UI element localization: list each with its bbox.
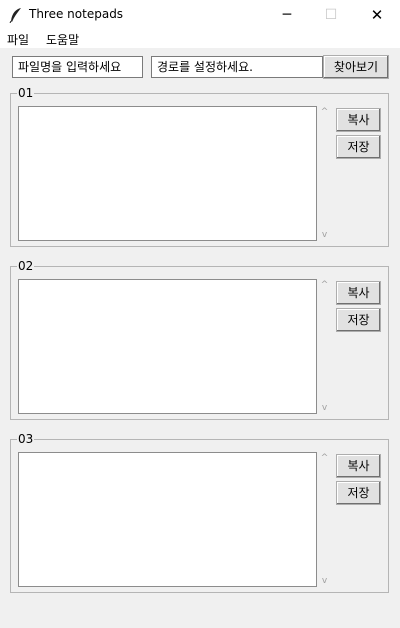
minimize-button[interactable]: ─ [264,0,310,30]
group-label: 02 [17,259,35,273]
save-button[interactable]: 저장 [336,481,381,505]
close-button[interactable]: ✕ [354,0,400,30]
notepad-text-area[interactable] [18,279,317,414]
group-label: 01 [17,86,35,100]
notepad-text-area[interactable] [18,106,317,241]
menu-help[interactable]: 도움말 [46,31,79,48]
window-title: Three notepads [29,7,124,21]
scroll-up-icon[interactable]: ^ [317,279,332,291]
path-input[interactable]: 경로를 설정하세요. [151,56,323,78]
notepad-group-02: 02 ^ v 복사 저장 [10,259,389,420]
save-button[interactable]: 저장 [336,135,381,159]
scroll-down-icon[interactable]: v [317,575,332,587]
filename-input[interactable]: 파일명을 입력하세요 [12,56,143,78]
scroll-down-icon[interactable]: v [317,402,332,414]
title-bar: Three notepads ─ ☐ ✕ [0,0,400,30]
scrollbar[interactable]: ^ v [317,106,332,241]
copy-button[interactable]: 복사 [336,281,381,305]
feather-icon [9,8,21,23]
save-button[interactable]: 저장 [336,308,381,332]
copy-button[interactable]: 복사 [336,454,381,478]
scrollbar[interactable]: ^ v [317,279,332,414]
copy-button[interactable]: 복사 [336,108,381,132]
group-label: 03 [17,432,35,446]
maximize-button[interactable]: ☐ [308,0,354,30]
menu-bar: 파일 도움말 [0,30,400,48]
menu-file[interactable]: 파일 [7,31,29,48]
scroll-down-icon[interactable]: v [317,229,332,241]
scrollbar[interactable]: ^ v [317,452,332,587]
notepad-group-01: 01 ^ v 복사 저장 [10,86,389,247]
browse-button[interactable]: 찾아보기 [323,55,389,79]
notepad-group-03: 03 ^ v 복사 저장 [10,432,389,593]
notepad-text-area[interactable] [18,452,317,587]
scroll-up-icon[interactable]: ^ [317,106,332,118]
scroll-up-icon[interactable]: ^ [317,452,332,464]
